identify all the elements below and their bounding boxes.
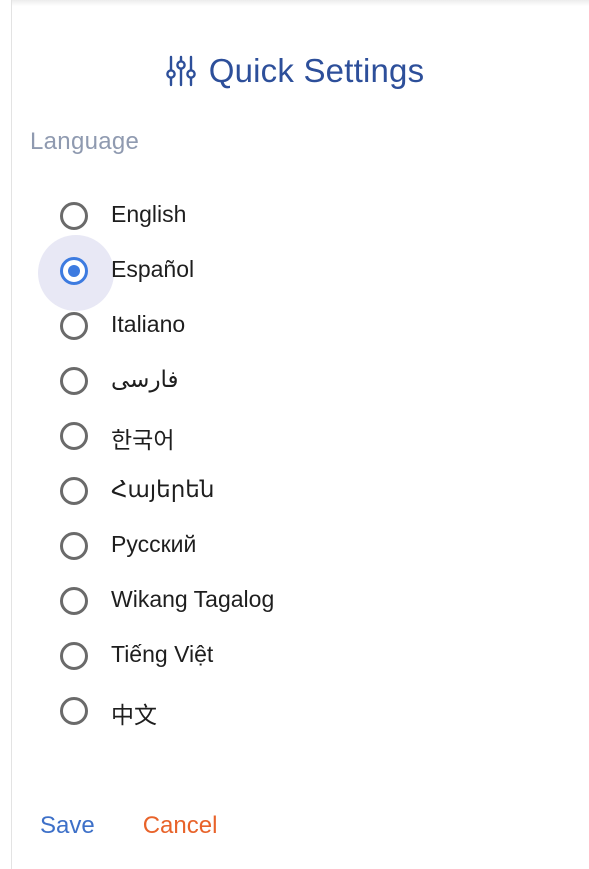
radio-button[interactable] bbox=[60, 422, 88, 450]
language-option-label: 中文 bbox=[111, 702, 157, 728]
language-option[interactable]: 한국어 bbox=[0, 410, 589, 465]
top-shadow bbox=[12, 0, 589, 6]
language-option-label: Русский bbox=[111, 531, 197, 557]
language-option[interactable]: Italiano bbox=[0, 300, 589, 355]
language-section-label: Language bbox=[30, 128, 140, 155]
radio-button[interactable] bbox=[60, 532, 88, 560]
quick-settings-panel: Quick Settings Language English Español It… bbox=[0, 0, 589, 869]
language-option[interactable]: فارسی bbox=[0, 355, 589, 410]
radio-button[interactable] bbox=[60, 202, 88, 230]
language-option[interactable]: Հայերեն bbox=[0, 465, 589, 520]
footer-actions: Save Cancel bbox=[40, 812, 217, 840]
language-option-label: 한국어 bbox=[111, 427, 175, 453]
language-option[interactable]: Español bbox=[0, 235, 589, 311]
radio-button[interactable] bbox=[60, 477, 88, 505]
radio-button[interactable] bbox=[60, 312, 88, 340]
save-button[interactable]: Save bbox=[40, 812, 95, 840]
language-option[interactable]: Wikang Tagalog bbox=[0, 575, 589, 630]
language-option-label: Հայերեն bbox=[111, 476, 215, 502]
language-option-label: Italiano bbox=[111, 311, 186, 337]
language-option[interactable]: Tiếng Việt bbox=[0, 630, 589, 685]
language-option-label: Wikang Tagalog bbox=[111, 586, 275, 612]
language-option[interactable]: 中文 bbox=[0, 685, 589, 740]
language-option-label: فارسی bbox=[111, 366, 179, 392]
radio-button[interactable] bbox=[60, 697, 88, 725]
language-radio-group: English Español Italiano فارسی 한국어 Հայերեն Рус… bbox=[0, 190, 589, 740]
language-option-label: Español bbox=[111, 256, 195, 282]
language-option-label: English bbox=[111, 201, 187, 227]
panel-title: Quick Settings bbox=[208, 52, 425, 89]
language-option[interactable]: Русский bbox=[0, 520, 589, 575]
radio-button[interactable] bbox=[60, 367, 88, 395]
radio-dot-icon bbox=[68, 265, 80, 277]
language-option-label: Tiếng Việt bbox=[111, 641, 214, 667]
radio-button[interactable] bbox=[60, 587, 88, 615]
panel-header: Quick Settings bbox=[0, 48, 589, 94]
radio-button[interactable] bbox=[60, 642, 88, 670]
sliders-icon bbox=[165, 54, 197, 88]
radio-button-checked[interactable] bbox=[60, 257, 88, 285]
cancel-button[interactable]: Cancel bbox=[143, 812, 218, 840]
